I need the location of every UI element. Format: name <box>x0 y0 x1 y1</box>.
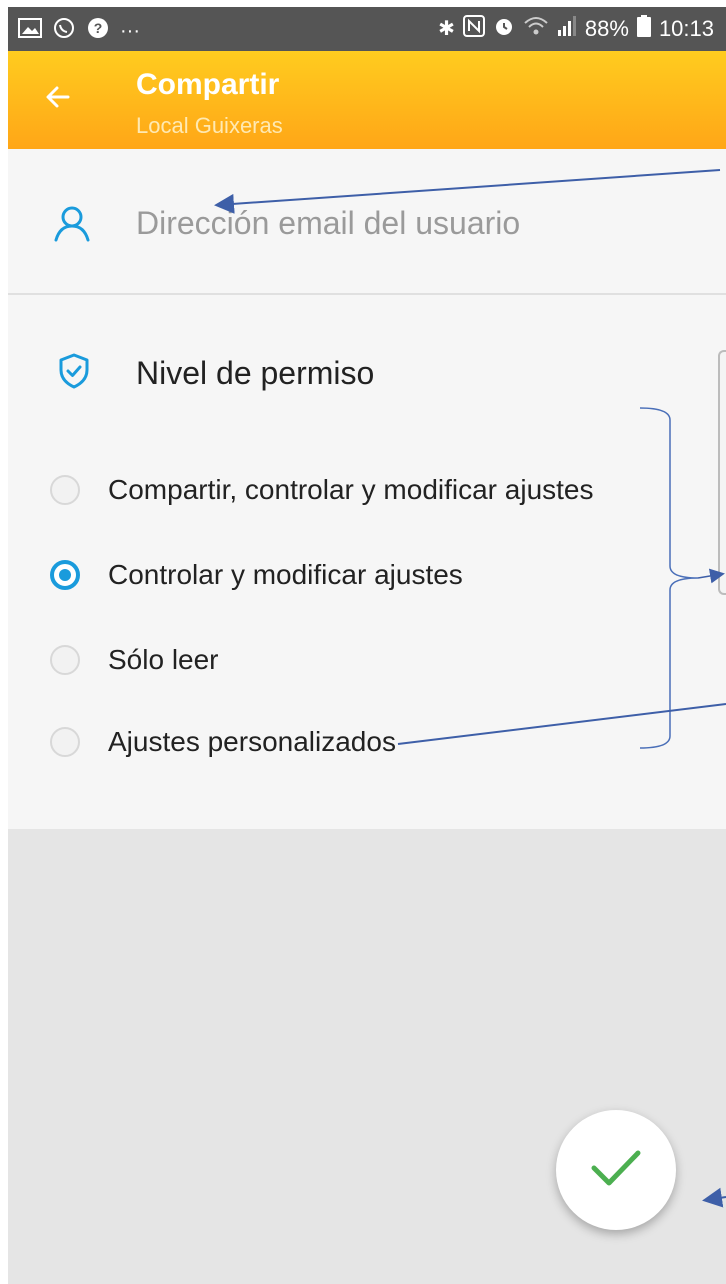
arrow-left-icon <box>42 81 74 118</box>
option-label: Controlar y modificar ajustes <box>108 559 463 590</box>
user-icon <box>52 203 92 243</box>
option-label: Sólo leer <box>108 644 219 675</box>
confirm-button[interactable] <box>556 1110 676 1230</box>
option-label: Compartir, controlar y modificar ajustes <box>108 474 594 505</box>
status-bar: ? ··· ✱ 88% 10:13 <box>8 7 726 51</box>
check-icon <box>588 1146 644 1195</box>
radio-button[interactable] <box>50 475 80 505</box>
svg-text:?: ? <box>94 20 103 36</box>
more-icon: ··· <box>120 20 140 42</box>
battery-icon <box>636 15 651 43</box>
nfc-icon <box>462 15 485 43</box>
app-bar: Compartir Local Guixeras <box>8 51 726 149</box>
share-form: Nivel de permiso Compartir, controlar y … <box>8 149 726 829</box>
page-subtitle: Local Guixeras <box>136 113 283 138</box>
image-icon <box>18 18 42 44</box>
battery-percent: 88% <box>584 16 629 41</box>
radio-button[interactable] <box>50 727 80 757</box>
back-button[interactable] <box>34 75 82 123</box>
radio-button-selected[interactable] <box>50 560 80 590</box>
callout-box-edge <box>718 350 726 595</box>
bluetooth-icon: ✱ <box>438 18 455 40</box>
permission-title: Nivel de permiso <box>136 355 375 391</box>
permission-option-custom[interactable]: Ajustes personalizados <box>46 712 676 772</box>
permission-option-read-only[interactable]: Sólo leer <box>46 630 676 690</box>
permission-header: Nivel de permiso <box>8 329 726 409</box>
alarm-icon <box>493 15 515 43</box>
email-input[interactable] <box>136 197 696 249</box>
divider <box>8 293 726 295</box>
phone-screen: ? ··· ✱ 88% 10:13 Compartir Local Guixer… <box>8 7 726 1284</box>
whatsapp-icon <box>52 16 76 46</box>
option-label: Ajustes personalizados <box>108 726 396 757</box>
signal-icon <box>557 15 577 43</box>
page-title: Compartir <box>136 68 280 101</box>
clock: 10:13 <box>658 16 714 41</box>
radio-button[interactable] <box>50 645 80 675</box>
permission-option-share-control-modify[interactable]: Compartir, controlar y modificar ajustes <box>46 460 676 520</box>
email-row <box>8 149 726 295</box>
shield-check-icon <box>58 353 90 389</box>
permission-option-control-modify[interactable]: Controlar y modificar ajustes <box>46 545 676 605</box>
help-icon: ? <box>86 16 110 46</box>
wifi-icon <box>523 15 549 43</box>
